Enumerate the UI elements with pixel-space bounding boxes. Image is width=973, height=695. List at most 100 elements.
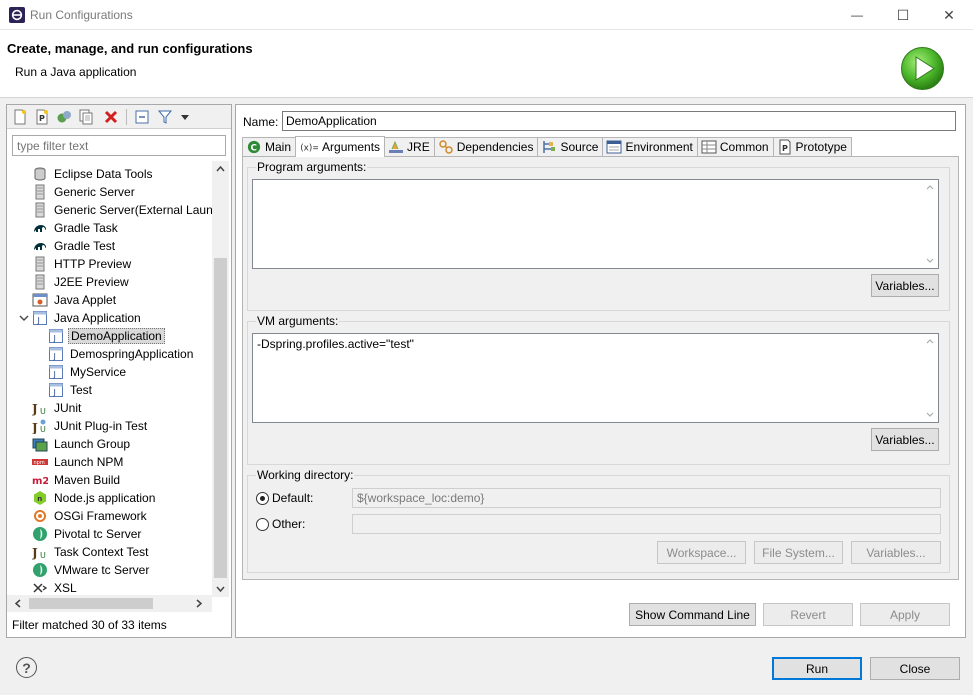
tree-item[interactable]: J Test xyxy=(48,381,94,399)
tab-dependencies[interactable]: Dependencies xyxy=(433,137,539,156)
tree-item[interactable]: Java Applet xyxy=(32,291,118,309)
program-arguments-textarea[interactable] xyxy=(252,179,939,269)
other-directory-radio[interactable] xyxy=(256,518,269,531)
java-app-icon: J xyxy=(48,346,64,362)
tree-item-label: Java Application xyxy=(54,311,141,325)
svg-text:J: J xyxy=(53,352,56,361)
launch-group-icon xyxy=(32,436,48,452)
tree-item-label: J2EE Preview xyxy=(54,275,129,289)
header-subtitle: Run a Java application xyxy=(15,65,137,79)
tree-vertical-scrollbar[interactable] xyxy=(212,161,229,597)
dependencies-tab-icon xyxy=(438,139,454,155)
tree-item[interactable]: m2 Maven Build xyxy=(32,471,122,489)
workspace-button[interactable]: Workspace... xyxy=(657,541,746,564)
tree-item[interactable]: J DemospringApplication xyxy=(48,345,195,363)
tab-common[interactable]: Common xyxy=(696,137,774,156)
tree-item[interactable]: J U Task Context Test xyxy=(32,543,151,561)
tree-item[interactable]: HTTP Preview xyxy=(32,255,133,273)
scroll-up-icon[interactable] xyxy=(926,338,934,344)
close-window-button[interactable]: ✕ xyxy=(926,0,972,30)
vm-arguments-scrollbar[interactable] xyxy=(921,334,938,422)
run-button[interactable]: Run xyxy=(772,657,862,680)
collapse-all-icon[interactable] xyxy=(134,109,150,125)
header-title: Create, manage, and run configurations xyxy=(7,41,253,56)
tree-item[interactable]: n Node.js application xyxy=(32,489,157,507)
tree-item[interactable]: OSGi Framework xyxy=(32,507,149,525)
tree-item-label: HTTP Preview xyxy=(54,257,132,271)
source-tab-icon xyxy=(541,139,557,155)
tab-source[interactable]: Source xyxy=(537,137,604,156)
tree-item[interactable]: Launch Group xyxy=(32,435,132,453)
tree-item[interactable]: J DemoApplication xyxy=(48,327,165,345)
close-button[interactable]: Close xyxy=(870,657,960,680)
scroll-left-icon[interactable] xyxy=(13,599,22,608)
tree-item[interactable]: Generic Server(External Launch) xyxy=(32,201,212,219)
scroll-down-icon[interactable] xyxy=(926,258,934,264)
tab-arguments[interactable]: (x)= Arguments xyxy=(295,136,386,157)
name-input[interactable] xyxy=(282,111,956,131)
name-label: Name: xyxy=(243,115,279,129)
program-arguments-scrollbar[interactable] xyxy=(921,180,938,268)
java-app-icon: J xyxy=(48,382,64,398)
file-system-button[interactable]: File System... xyxy=(754,541,843,564)
tree-item[interactable]: J Java Application xyxy=(32,309,143,327)
tree-item[interactable]: J MyService xyxy=(48,363,128,381)
tree-item-label: DemospringApplication xyxy=(70,347,194,361)
vm-arguments-label: VM arguments: xyxy=(256,314,340,328)
scroll-down-icon[interactable] xyxy=(926,412,934,418)
minimize-icon: — xyxy=(851,8,863,22)
tree-item[interactable]: Pivotal tc Server xyxy=(32,525,143,543)
minimize-button[interactable]: — xyxy=(834,0,880,30)
tree-item[interactable]: J U JUnit Plug-in Test xyxy=(32,417,149,435)
tab-main[interactable]: C Main xyxy=(242,137,297,156)
tree-item-label: Generic Server xyxy=(54,185,135,199)
filter-icon[interactable] xyxy=(157,109,173,125)
filter-status: Filter matched 30 of 33 items xyxy=(12,618,167,632)
revert-button[interactable]: Revert xyxy=(763,603,853,626)
tree-item[interactable]: J2EE Preview xyxy=(32,273,131,291)
title-bar: Run Configurations — ☐ ✕ xyxy=(0,0,973,30)
scroll-up-icon[interactable] xyxy=(216,164,225,173)
export-config-icon[interactable] xyxy=(56,109,72,125)
new-prototype-icon[interactable]: P xyxy=(34,109,50,125)
tab-label: Environment xyxy=(625,140,693,154)
tree-item[interactable]: Gradle Test xyxy=(32,237,117,255)
tree-horizontal-scrollbar[interactable] xyxy=(7,595,212,612)
tree-item[interactable]: Generic Server xyxy=(32,183,137,201)
default-directory-radio[interactable] xyxy=(256,492,269,505)
tree-item[interactable]: Eclipse Data Tools xyxy=(32,165,155,183)
java-app-icon: J xyxy=(48,364,64,380)
tab-environment[interactable]: Environment xyxy=(602,137,698,156)
show-command-line-button[interactable]: Show Command Line xyxy=(629,603,756,626)
other-directory-field[interactable] xyxy=(352,514,941,534)
filter-input[interactable] xyxy=(12,135,226,156)
program-arguments-variables-button[interactable]: Variables... xyxy=(871,274,939,297)
tree-vertical-scroll-thumb[interactable] xyxy=(214,258,227,578)
new-config-icon[interactable] xyxy=(12,109,28,125)
tree-item[interactable]: npm Launch NPM xyxy=(32,453,125,471)
working-directory-variables-button[interactable]: Variables... xyxy=(851,541,941,564)
chevron-down-icon[interactable] xyxy=(19,313,29,323)
vm-arguments-textarea[interactable]: -Dspring.profiles.active="test" xyxy=(252,333,939,423)
tree-item[interactable]: Gradle Task xyxy=(32,219,120,237)
vm-arguments-variables-button[interactable]: Variables... xyxy=(871,428,939,451)
tree-horizontal-scroll-thumb[interactable] xyxy=(29,598,153,609)
java-app-icon: J xyxy=(48,328,64,344)
scroll-right-icon[interactable] xyxy=(195,599,204,608)
svg-text:C: C xyxy=(251,144,257,154)
tree-item[interactable]: XSL xyxy=(32,579,79,595)
apply-button[interactable]: Apply xyxy=(860,603,950,626)
tree-item[interactable]: VMware tc Server xyxy=(32,561,151,579)
pivotal-icon xyxy=(32,526,48,542)
nodejs-icon: n xyxy=(32,490,48,506)
scroll-down-icon[interactable] xyxy=(216,585,225,594)
delete-config-icon[interactable] xyxy=(103,109,119,125)
maximize-button[interactable]: ☐ xyxy=(880,0,926,30)
tab-jre[interactable]: JRE xyxy=(384,137,435,156)
duplicate-config-icon[interactable] xyxy=(78,109,94,125)
tab-prototype[interactable]: P Prototype xyxy=(772,137,852,156)
filter-dropdown-icon[interactable] xyxy=(177,109,193,125)
tree-item[interactable]: J U JUnit xyxy=(32,399,83,417)
help-icon[interactable]: ? xyxy=(16,657,37,678)
scroll-up-icon[interactable] xyxy=(926,184,934,190)
